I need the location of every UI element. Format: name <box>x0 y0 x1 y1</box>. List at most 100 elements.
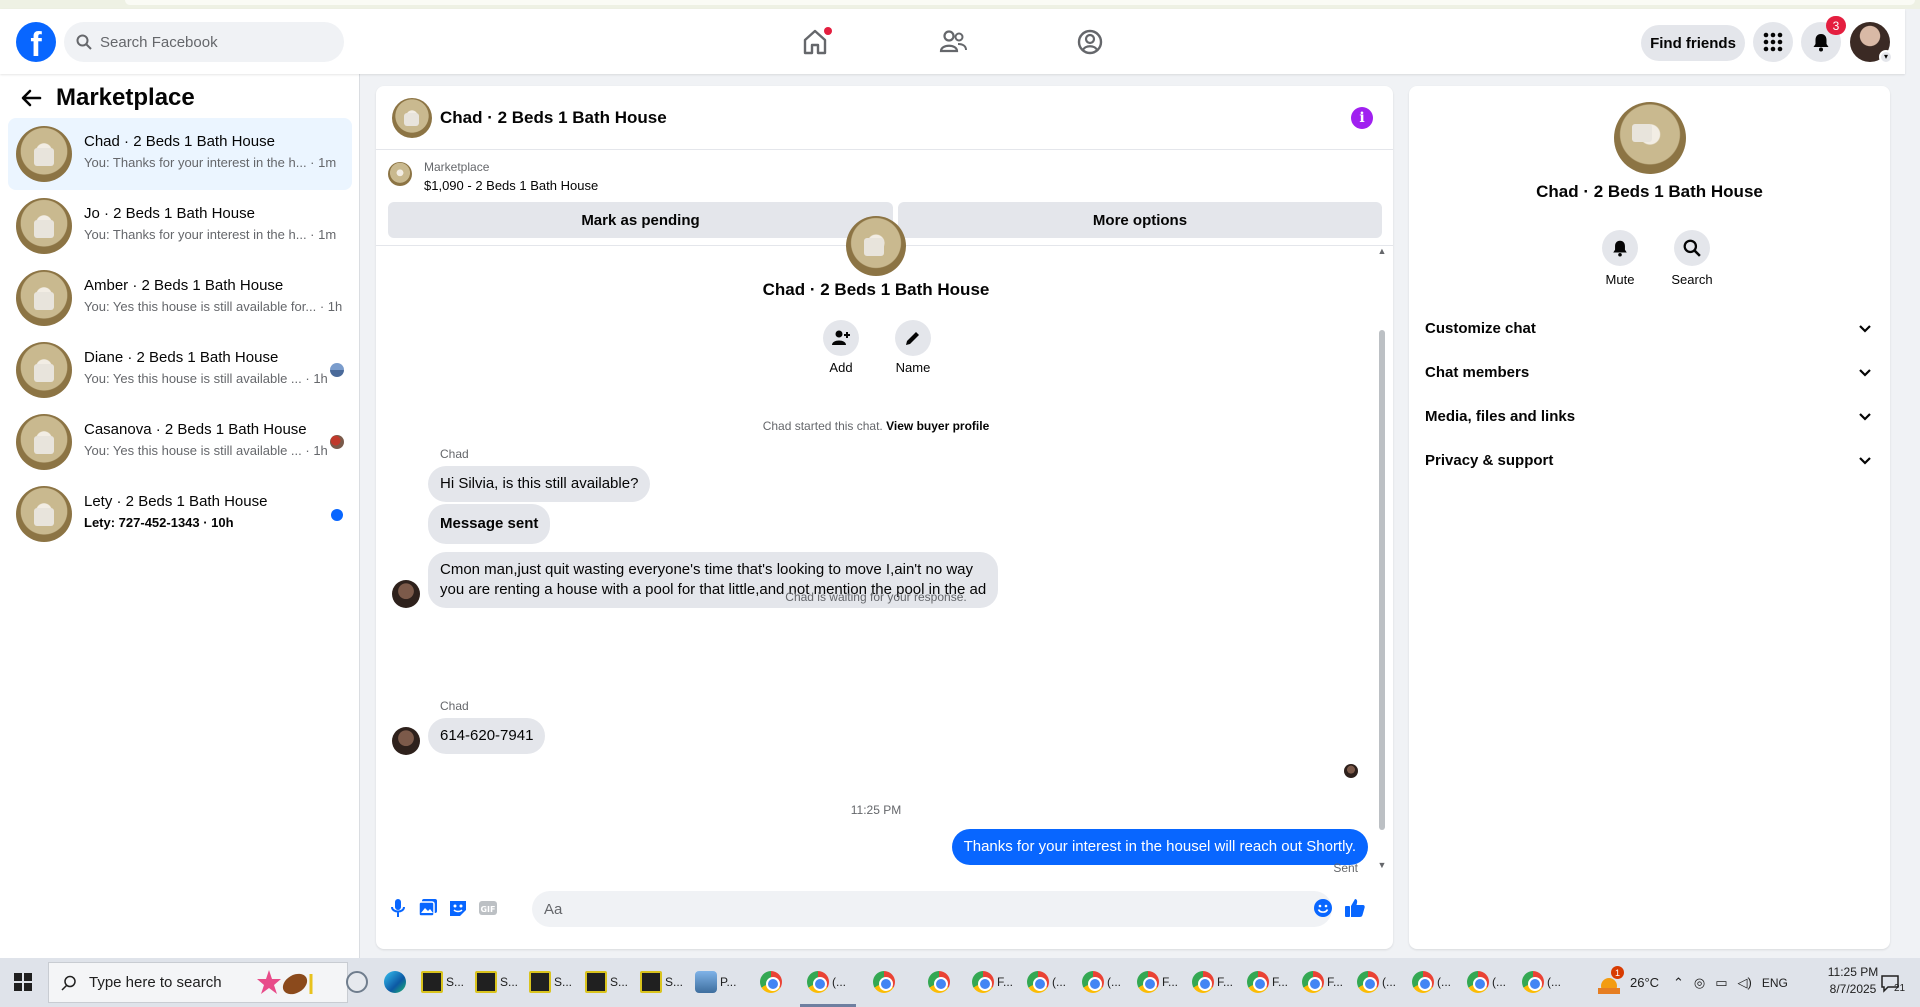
conversation-item-amber[interactable]: Amber · 2 Beds 1 Bath House You: Yes thi… <box>8 262 352 334</box>
volume-icon[interactable]: ◁) <box>1738 975 1752 991</box>
microphone-icon[interactable] <box>386 896 410 920</box>
facebook-logo[interactable]: f <box>16 22 56 62</box>
chrome-icon <box>1357 971 1379 993</box>
windows-start-icon[interactable] <box>14 973 32 991</box>
seen-avatar <box>330 435 344 449</box>
photo-icon[interactable] <box>416 896 440 920</box>
chat-title[interactable]: Chad · 2 Beds 1 Bath House <box>440 108 667 128</box>
taskbar-search-box[interactable]: Type here to search <box>48 962 348 1003</box>
chevron-down-icon <box>1859 369 1871 377</box>
message-list[interactable]: Chad · 2 Beds 1 Bath House Add Name Chad… <box>376 216 1393 876</box>
camera-icon[interactable]: ◎ <box>1694 975 1705 991</box>
taskbar-app-chrome[interactable] <box>928 969 953 995</box>
conversation-item-diane[interactable]: Diane · 2 Beds 1 Bath House You: Yes thi… <box>8 334 352 406</box>
outgoing-message-bubble[interactable]: Thanks for your interest in the housel w… <box>951 829 1368 865</box>
message-input[interactable] <box>532 891 1332 927</box>
taskbar-app-chrome[interactable]: (... <box>807 969 846 995</box>
taskbar-app-chrome[interactable]: F... <box>1137 969 1178 995</box>
taskbar-app-label: S... <box>554 975 573 989</box>
notification-center-count: 21 <box>1894 983 1906 994</box>
taskbar-app-chrome[interactable]: (... <box>1082 969 1121 995</box>
message-composer: GIF <box>376 886 1393 936</box>
scrollbar-thumb[interactable] <box>1379 330 1385 830</box>
search-input[interactable] <box>100 33 320 51</box>
network-icon[interactable]: ▭ <box>1715 975 1727 991</box>
sidebar-header: Marketplace <box>20 84 195 112</box>
chat-thumbnail[interactable] <box>392 98 432 138</box>
taskbar-app-sticky[interactable]: S... <box>640 969 683 995</box>
page-scrollbar[interactable] <box>1905 74 1920 958</box>
friends-icon[interactable] <box>938 27 968 57</box>
taskbar-app-sticky[interactable]: S... <box>475 969 518 995</box>
taskbar-app-photos[interactable]: P... <box>695 969 736 995</box>
conversation-preview: Lety: 727-452-1343 · 10h <box>84 515 234 530</box>
thumbs-up-icon[interactable] <box>1343 896 1367 920</box>
chrome-icon <box>1412 971 1434 993</box>
privacy-support-section[interactable]: Privacy & support <box>1417 440 1882 480</box>
conversation-item-casanova[interactable]: Casanova · 2 Beds 1 Bath House You: Yes … <box>8 406 352 478</box>
taskbar-app-chrome[interactable]: F... <box>1302 969 1343 995</box>
taskbar-app-chrome[interactable]: (... <box>1522 969 1561 995</box>
message-bubble[interactable]: Hi Silvia, is this still available? <box>428 466 651 502</box>
sticker-icon[interactable] <box>446 896 470 920</box>
taskbar-app-chrome[interactable]: F... <box>972 969 1013 995</box>
weather-widget[interactable]: 1 26°C <box>1596 958 1659 1007</box>
chevron-down-icon <box>1859 413 1871 421</box>
menu-grid-button[interactable] <box>1753 22 1793 62</box>
listing-large-thumbnail[interactable] <box>1614 102 1686 174</box>
notification-count-badge: 3 <box>1826 16 1846 35</box>
taskbar-app-chrome[interactable]: F... <box>1247 969 1288 995</box>
message-scrollbar[interactable]: ▲ ▼ <box>1377 246 1387 876</box>
taskbar-app-sticky[interactable]: S... <box>421 969 464 995</box>
message-bubble[interactable]: 614-620-7941 <box>428 718 546 754</box>
taskbar-app-sticky[interactable]: S... <box>529 969 572 995</box>
add-people-action[interactable]: Add <box>811 320 871 375</box>
taskbar-app-chrome[interactable]: (... <box>1412 969 1451 995</box>
search-icon <box>1683 239 1701 257</box>
more-options-button[interactable]: More options <box>898 202 1382 238</box>
taskbar-app-chrome[interactable]: (... <box>1027 969 1066 995</box>
emoji-icon[interactable] <box>1311 896 1335 920</box>
taskbar-app-chrome[interactable]: F... <box>1192 969 1233 995</box>
taskbar-app-chrome[interactable] <box>873 969 898 995</box>
edit-name-action[interactable]: Name <box>883 320 943 375</box>
language-indicator[interactable]: ENG <box>1762 976 1788 990</box>
windows-taskbar: Type here to search S... S... S... S... … <box>0 958 1920 1007</box>
taskbar-app-snipping[interactable] <box>346 969 371 995</box>
taskbar-app-chrome[interactable]: (... <box>1467 969 1506 995</box>
taskbar-app-sticky[interactable]: S... <box>585 969 628 995</box>
listing-mini-thumbnail <box>388 162 412 186</box>
taskbar-app-edge[interactable] <box>384 969 409 995</box>
scroll-up-arrow-icon[interactable]: ▲ <box>1377 246 1387 256</box>
media-files-links-section[interactable]: Media, files and links <box>1417 396 1882 436</box>
taskbar-app-label: (... <box>1547 975 1561 989</box>
taskbar-app-label: F... <box>1272 975 1289 989</box>
view-buyer-profile-link[interactable]: View buyer profile <box>886 419 989 433</box>
search-in-chat-action[interactable]: Search <box>1662 230 1722 287</box>
chat-panel: Chad · 2 Beds 1 Bath House i Marketplace… <box>376 86 1393 949</box>
message-bubble[interactable]: Message sent <box>428 504 551 544</box>
notification-center-button[interactable]: 21 <box>1880 958 1905 1007</box>
conversation-item-jo[interactable]: Jo · 2 Beds 1 Bath House You: Thanks for… <box>8 190 352 262</box>
mute-action[interactable]: Mute <box>1590 230 1650 287</box>
search-facebook-box[interactable] <box>64 22 344 62</box>
taskbar-app-label: F... <box>1217 975 1234 989</box>
listing-price-title[interactable]: $1,090 - 2 Beds 1 Bath House <box>424 178 598 193</box>
customize-chat-section[interactable]: Customize chat <box>1417 308 1882 348</box>
gif-icon[interactable]: GIF <box>476 896 500 920</box>
chevron-up-icon[interactable]: ⌃ <box>1673 975 1684 991</box>
conversation-item-lety[interactable]: Lety · 2 Beds 1 Bath House Lety: 727-452… <box>8 478 352 550</box>
taskbar-app-chrome[interactable]: (... <box>1357 969 1396 995</box>
taskbar-app-chrome[interactable] <box>760 969 785 995</box>
clock-date: 8/7/2025 <box>1829 982 1877 996</box>
taskbar-clock[interactable]: 11:25 PM 8/7/2025 <box>1818 964 1888 998</box>
profile-circle-icon[interactable] <box>1075 27 1105 57</box>
info-icon[interactable]: i <box>1351 107 1373 129</box>
find-friends-button[interactable]: Find friends <box>1641 25 1745 61</box>
scroll-down-arrow-icon[interactable]: ▼ <box>1377 860 1387 870</box>
chat-members-section[interactable]: Chat members <box>1417 352 1882 392</box>
conversation-item-chad[interactable]: Chad · 2 Beds 1 Bath House You: Thanks f… <box>8 118 352 190</box>
back-arrow-icon[interactable] <box>20 87 42 109</box>
account-avatar[interactable]: ▾ <box>1850 22 1893 64</box>
mark-as-pending-button[interactable]: Mark as pending <box>388 202 893 238</box>
